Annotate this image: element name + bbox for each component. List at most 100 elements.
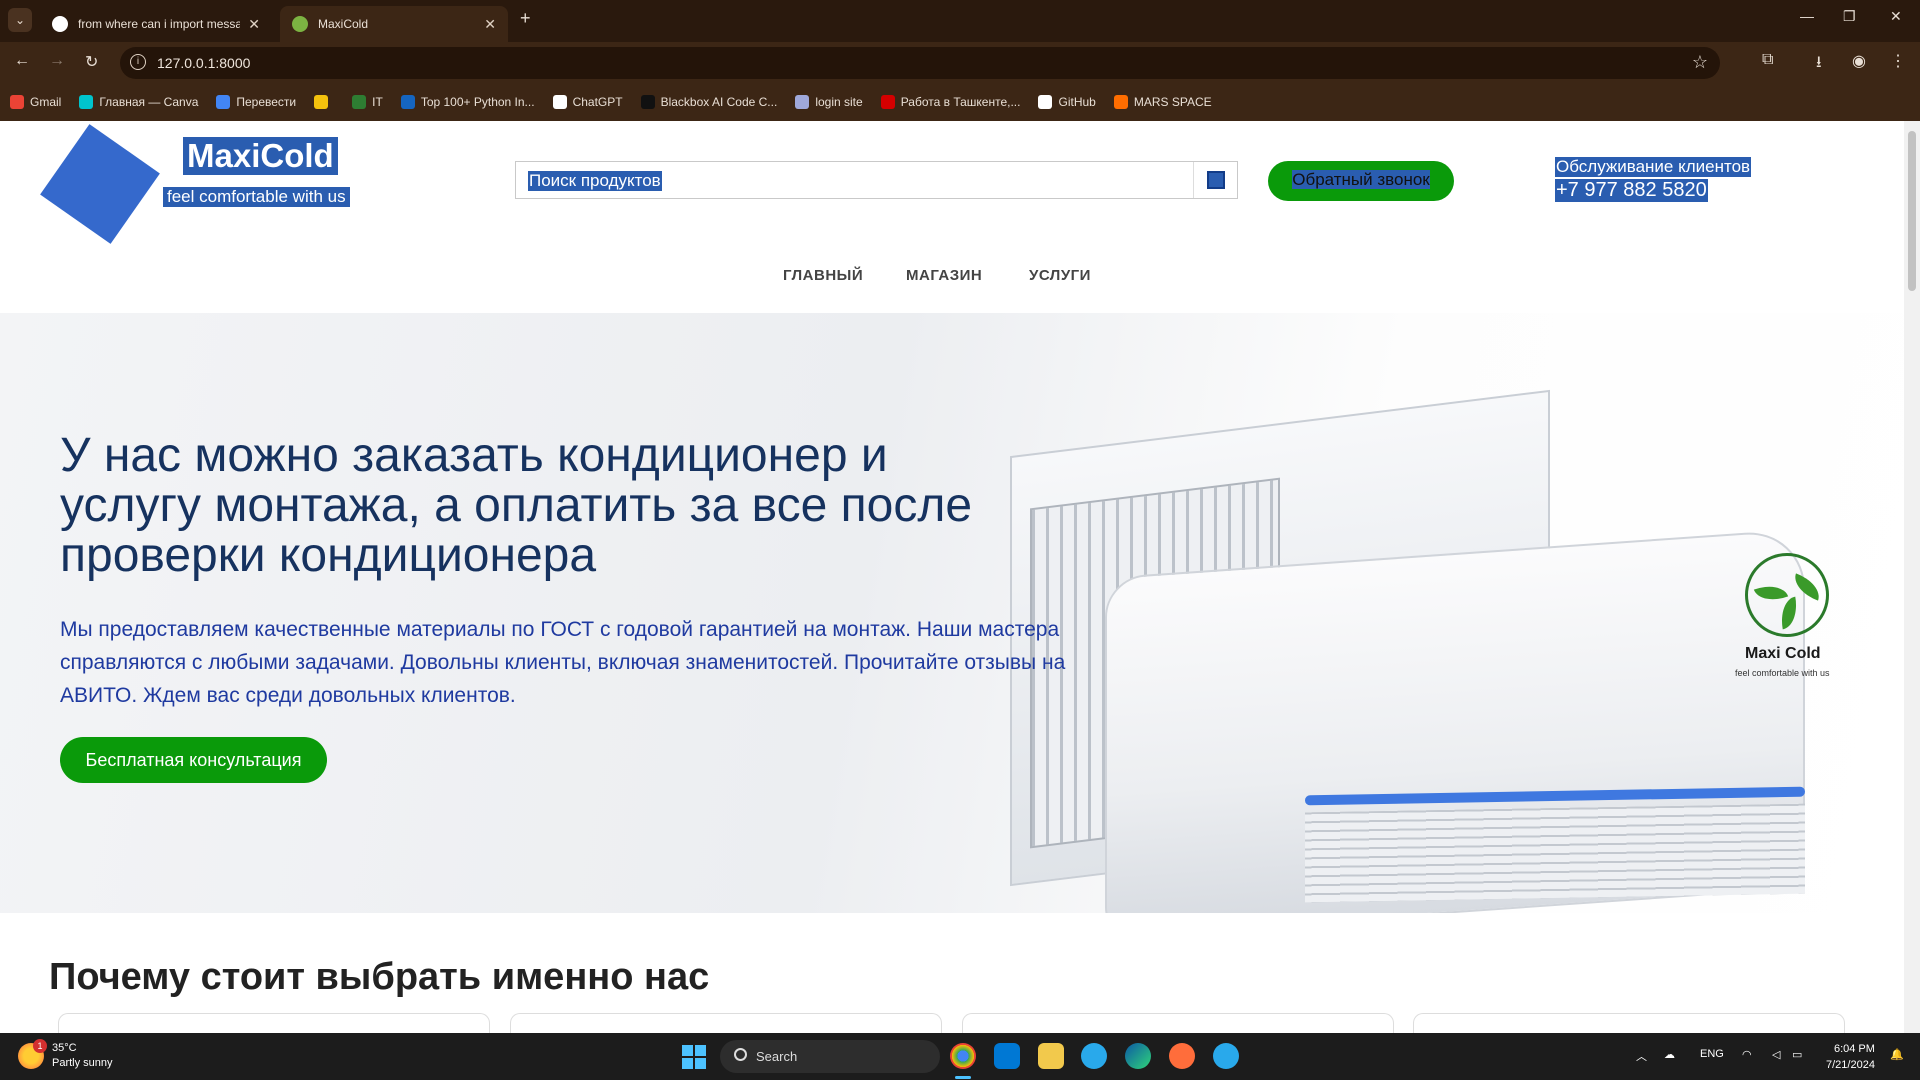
nav-services[interactable]: УСЛУГИ [1029,267,1091,284]
bookmark-item[interactable]: GitHub [1038,95,1096,109]
close-tab-icon[interactable]: ✕ [248,16,260,33]
search-bar[interactable]: Поиск продуктов [515,161,1238,199]
menu-icon[interactable]: ⋮ [1890,51,1906,71]
bookmark-item[interactable]: Работа в Ташкенте,... [880,95,1021,109]
telegram-icon[interactable] [1081,1043,1107,1069]
logo-subtitle: feel comfortable with us [163,187,350,207]
callback-button[interactable]: Обратный звонок [1268,161,1454,201]
taskbar-search[interactable]: Search [720,1040,940,1073]
extensions-icon[interactable]: ⧉ [1762,51,1773,69]
bookmark-item[interactable]: Blackbox AI Code C... [640,95,777,109]
customer-service-phone[interactable]: +7 977 882 5820 [1555,179,1708,202]
scrollbar-thumb[interactable] [1908,131,1916,291]
hero-text: Мы предоставляем качественные материалы … [60,618,1066,707]
bookmark-favicon-icon [314,95,329,109]
page-scrollbar[interactable] [1904,121,1920,1033]
search-icon [1207,171,1225,189]
bookmark-favicon-icon [1038,95,1053,109]
file-explorer-icon[interactable] [1038,1043,1064,1069]
feature-card [510,1013,942,1033]
clock[interactable]: 6:04 PM 7/21/2024 [1826,1041,1875,1073]
why-us-heading: Почему стоит выбрать именно нас [49,956,710,998]
free-consultation-button[interactable]: Бесплатная консультация [60,737,327,783]
tab-maxicold[interactable]: MaxiCold ✕ [280,6,508,42]
notifications-icon[interactable]: 🔔 [1890,1048,1904,1061]
back-icon[interactable]: ← [14,52,30,70]
nav-home[interactable]: ГЛАВНЫЙ [783,267,863,284]
new-tab-button[interactable]: + [520,8,531,29]
bookmark-favicon-icon [552,95,567,109]
bookmark-item[interactable]: ChatGPT [552,95,623,109]
brand-tagline: feel comfortable with us [1735,668,1830,678]
bookmark-favicon-icon [216,95,231,109]
clock-date: 7/21/2024 [1826,1059,1875,1071]
tab-search-button[interactable]: ⌄ [8,8,32,32]
callback-label: Обратный звонок [1292,170,1430,189]
minimize-icon[interactable]: — [1800,8,1814,24]
weather-widget[interactable]: 1 35°C Partly sunny [18,1039,113,1071]
web-page: MaxiCold feel comfortable with us Поиск … [0,121,1904,1033]
search-input[interactable]: Поиск продуктов [528,171,662,191]
logo-title[interactable]: MaxiCold [183,137,338,175]
customer-service-label: Обслуживание клиентов [1555,157,1752,177]
search-button[interactable] [1193,162,1237,198]
feature-card [58,1013,490,1033]
clock-time: 6:04 PM [1833,1043,1875,1055]
bookmark-favicon-icon [10,95,24,109]
profile-icon[interactable]: ◉ [1852,51,1866,71]
bookmark-item[interactable]: IT [352,95,383,109]
tray-chevron-icon[interactable]: ︿ [1636,1048,1647,1064]
weather-desc: Partly sunny [52,1057,113,1069]
bookmark-item[interactable]: Главная — Canva [79,95,198,109]
bookmark-item[interactable]: Top 100+ Python In... [400,95,535,109]
notification-badge: 1 [33,1039,47,1053]
bookmark-favicon-icon [352,95,367,109]
forward-icon[interactable]: → [49,52,65,70]
bookmark-item[interactable]: Gmail [10,95,61,109]
browser-chrome: ⌄ from where can i import messa ✕ MaxiCo… [0,0,1920,121]
nav-shop[interactable]: МАГАЗИН [906,267,982,284]
active-indicator [955,1076,971,1079]
search-icon [734,1048,747,1061]
address-bar[interactable]: i 127.0.0.1:8000 ☆ [120,47,1720,79]
bookmark-item[interactable]: Перевести [216,95,296,109]
tab-title: MaxiCold [318,17,369,31]
tab-title: from where can i import messa [78,17,241,31]
bookmark-label: Главная — Canva [99,95,199,109]
windows-start-icon[interactable] [682,1045,706,1069]
bookmark-star-icon[interactable]: ☆ [1692,52,1708,73]
language-indicator[interactable]: ENG [1700,1048,1724,1060]
bookmark-favicon-icon [795,95,810,109]
bookmark-label: GitHub [1058,95,1096,109]
bookmark-favicon-icon [1113,95,1128,109]
bookmark-label: Работа в Ташкенте,... [900,95,1021,109]
close-window-icon[interactable]: ✕ [1890,8,1902,25]
bookmark-item[interactable]: login site [795,95,863,109]
brand-leaf-icon [1745,553,1829,637]
leaf-icon [292,16,308,32]
close-tab-icon[interactable]: ✕ [484,16,496,33]
logo-fan-icon[interactable] [40,124,160,244]
brand-name: Maxi Cold [1745,645,1821,662]
restore-icon[interactable]: ❐ [1843,8,1856,25]
bookmark-favicon-icon [79,95,94,109]
onedrive-icon[interactable]: ☁ [1664,1048,1675,1061]
edge-icon[interactable] [1125,1043,1151,1069]
hero-section: У нас можно заказать кондиционер и услуг… [0,313,1904,913]
reload-icon[interactable]: ↻ [85,52,98,72]
chrome-icon[interactable] [950,1043,976,1069]
battery-icon[interactable]: ▭ [1792,1048,1802,1061]
wifi-icon[interactable]: ◠ [1742,1048,1752,1061]
bookmark-label: MARS SPACE [1133,95,1212,109]
bookmark-item[interactable] [314,95,334,109]
volume-icon[interactable]: ◁ [1772,1048,1780,1061]
url-text[interactable]: 127.0.0.1:8000 [157,55,250,71]
ac-vent-image [1305,803,1805,903]
telegram-desktop-icon[interactable] [1213,1043,1239,1069]
site-info-icon[interactable]: i [130,54,146,70]
tab-google-search[interactable]: from where can i import messa ✕ [40,6,272,42]
postman-icon[interactable] [1169,1043,1195,1069]
vscode-icon[interactable] [994,1043,1020,1069]
bookmark-item[interactable]: MARS SPACE [1113,95,1212,109]
download-icon[interactable]: ⭳ [1816,51,1822,78]
